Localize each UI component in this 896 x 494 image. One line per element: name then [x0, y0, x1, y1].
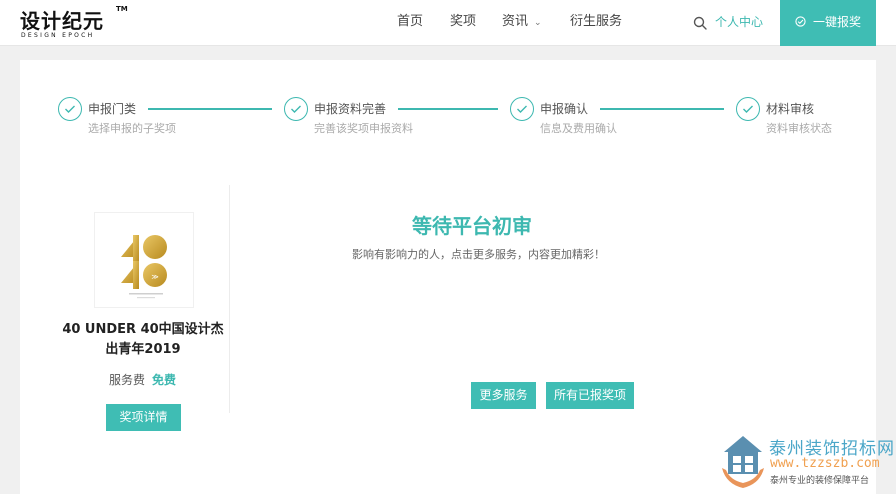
watermark-url: www.tzzszb.com	[770, 456, 880, 471]
all-submitted-awards-button[interactable]: 所有已报奖项	[546, 382, 634, 409]
chevron-down-icon: ⌄	[534, 18, 542, 28]
award-40-under-40-logo: ≫	[121, 235, 167, 299]
logo-trademark: TM	[116, 5, 128, 13]
nav-home[interactable]: 首页	[397, 0, 423, 46]
step-2-title: 申报资料完善	[314, 102, 387, 116]
status-description: 影响有影响力的人，点击更多服务，内容更加精彩！	[352, 248, 605, 261]
step-4-title: 材料审核	[766, 102, 815, 116]
nav-news[interactable]: 资讯 ⌄	[502, 0, 542, 46]
top-header: 设计纪元 TM DESIGN EPOCH 首页 奖项 资讯 ⌄ 衍生服务 个人中心…	[0, 0, 896, 46]
site-watermark: 泰州装饰招标网 www.tzzszb.com 泰州专业的装修保障平台	[720, 432, 896, 494]
step-1-desc: 选择申报的子奖项	[88, 122, 176, 135]
vertical-divider	[229, 185, 230, 413]
step-4-check-icon	[736, 97, 760, 121]
apply-button-label: 一键报奖	[812, 15, 861, 29]
step-connector	[148, 108, 272, 110]
award-title: 40 UNDER 40中国设计杰出青年2019	[62, 322, 224, 357]
logo-text: 设计纪元	[20, 9, 104, 33]
step-1-check-icon	[58, 97, 82, 121]
step-connector	[600, 108, 724, 110]
site-logo[interactable]: 设计纪元 TM DESIGN EPOCH	[20, 5, 130, 41]
nav-derivative-services[interactable]: 衍生服务	[570, 0, 622, 46]
svg-text:≫: ≫	[151, 273, 158, 281]
nav-awards[interactable]: 奖项	[450, 0, 476, 46]
main-card: 申报门类 选择申报的子奖项 申报资料完善 完善该奖项申报资料 申报确认 信息及费…	[20, 60, 876, 494]
status-title: 等待平台初审	[412, 214, 532, 238]
step-4-desc: 资料审核状态	[766, 122, 832, 135]
step-3-check-icon	[510, 97, 534, 121]
service-fee-label: 服务费	[109, 373, 146, 387]
house-hands-icon	[722, 436, 764, 488]
step-1-title: 申报门类	[88, 102, 137, 116]
user-center-link[interactable]: 个人中心	[715, 0, 763, 44]
step-connector	[398, 108, 498, 110]
step-3-desc: 信息及费用确认	[540, 122, 617, 135]
step-2-desc: 完善该奖项申报资料	[314, 122, 413, 135]
search-icon[interactable]	[693, 16, 707, 30]
check-circle-icon	[795, 16, 806, 27]
award-poster-image: ≫	[94, 212, 194, 308]
nav-news-label: 资讯	[502, 14, 529, 29]
service-fee-value: 免费	[152, 373, 177, 387]
award-details-button[interactable]: 奖项详情	[106, 404, 181, 431]
one-click-apply-button[interactable]: 一键报奖	[780, 0, 876, 46]
more-services-button[interactable]: 更多服务	[471, 382, 536, 409]
logo-subtitle: DESIGN EPOCH	[21, 32, 95, 39]
step-2-check-icon	[284, 97, 308, 121]
step-3-title: 申报确认	[540, 102, 589, 116]
watermark-slogan: 泰州专业的装修保障平台	[770, 476, 870, 486]
